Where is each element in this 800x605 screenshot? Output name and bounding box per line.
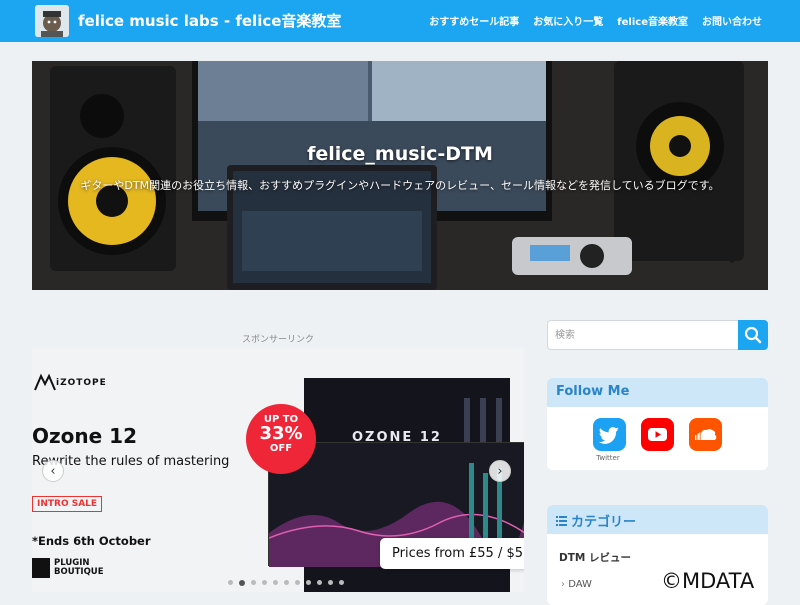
- carousel-dot[interactable]: [306, 580, 311, 585]
- carousel-dot[interactable]: [239, 580, 245, 586]
- ad-brand: iZOTOPE: [56, 378, 107, 388]
- carousel-dot[interactable]: [328, 580, 333, 585]
- search-icon: [744, 326, 762, 344]
- site-title[interactable]: felice music labs - felice音楽教室: [78, 10, 341, 31]
- nav-item-sale[interactable]: おすすめセール記事: [429, 13, 519, 28]
- twitter-icon: [598, 427, 619, 444]
- ad-ends-date: *Ends 6th October: [32, 534, 151, 548]
- social-links: [547, 418, 768, 451]
- nav-item-favorites[interactable]: お気に入り一覧: [533, 13, 603, 28]
- twitter-label: Twitter: [596, 454, 620, 462]
- search-button[interactable]: [738, 320, 768, 350]
- carousel-dot[interactable]: [295, 580, 300, 585]
- carousel-dot[interactable]: [284, 580, 289, 585]
- site-logo[interactable]: [35, 5, 69, 37]
- carousel-dot[interactable]: [273, 580, 278, 585]
- nav-item-school[interactable]: felice音楽教室: [617, 13, 688, 28]
- search-box: [547, 320, 768, 350]
- twitter-link[interactable]: [593, 418, 626, 451]
- soundcloud-link[interactable]: [689, 418, 722, 451]
- search-input[interactable]: [547, 320, 738, 350]
- badge-bottom: OFF: [269, 443, 293, 454]
- carousel-prev-button[interactable]: ‹: [42, 460, 64, 482]
- chevron-right-icon: ›: [561, 579, 565, 590]
- watermark: ©MDATA: [658, 568, 758, 594]
- category-item-daw[interactable]: › DAW: [561, 579, 592, 590]
- list-icon: [556, 515, 567, 530]
- category-item-dtm-review[interactable]: DTM レビュー: [559, 550, 631, 565]
- site-header: felice music labs - felice音楽教室 おすすめセール記事…: [0, 0, 800, 42]
- category-widget-title: カテゴリー: [571, 515, 637, 530]
- hero-subtitle: ギターやDTM関連のお役立ち情報、おすすめプラグインやハードウェアのレビュー、セ…: [80, 179, 720, 192]
- carousel-dot[interactable]: [251, 580, 256, 585]
- ad-intro-sale-badge: INTRO SALE: [32, 496, 103, 512]
- hero-banner: felice_music-DTM ギターやDTM関連のお役立ち情報、おすすめプラ…: [32, 61, 768, 290]
- izotope-logo-icon: [34, 373, 56, 391]
- carousel-next-button[interactable]: ›: [489, 460, 511, 482]
- sponsor-label: スポンサーリンク: [241, 335, 314, 345]
- follow-widget-title: Follow Me: [547, 378, 768, 407]
- carousel-dot[interactable]: [339, 580, 344, 585]
- main-nav: おすすめセール記事 お気に入り一覧 felice音楽教室 お問い合わせ: [429, 13, 762, 28]
- ad-product-name: Ozone 12: [32, 424, 137, 448]
- ad-carousel[interactable]: iZOTOPE Ozone 12 Rewrite the rules of ma…: [32, 348, 524, 592]
- follow-widget: Follow Me Twitter: [547, 378, 768, 470]
- youtube-icon: [648, 428, 667, 441]
- category-item-label: DAW: [568, 579, 592, 590]
- ad-seller: PLUGIN BOUTIQUE: [54, 558, 104, 577]
- carousel-dots: [228, 580, 344, 586]
- nav-item-contact[interactable]: お問い合わせ: [702, 13, 762, 28]
- youtube-link[interactable]: [641, 418, 674, 451]
- carousel-dot[interactable]: [228, 580, 233, 585]
- hero-title: felice_music-DTM: [307, 143, 493, 165]
- category-widget-header: カテゴリー: [547, 505, 768, 534]
- ad-price: Prices from £55 / $5: [380, 538, 524, 569]
- plugin-boutique-icon: [32, 558, 50, 578]
- carousel-dot[interactable]: [262, 580, 267, 585]
- soundcloud-icon: [695, 429, 717, 440]
- ad-discount-badge: UP TO 33% OFF: [246, 404, 316, 474]
- badge-percent: 33%: [259, 423, 303, 444]
- carousel-dot[interactable]: [317, 580, 322, 585]
- hero-photo: [32, 61, 768, 290]
- ad-screen-title: OZONE 12: [352, 430, 442, 445]
